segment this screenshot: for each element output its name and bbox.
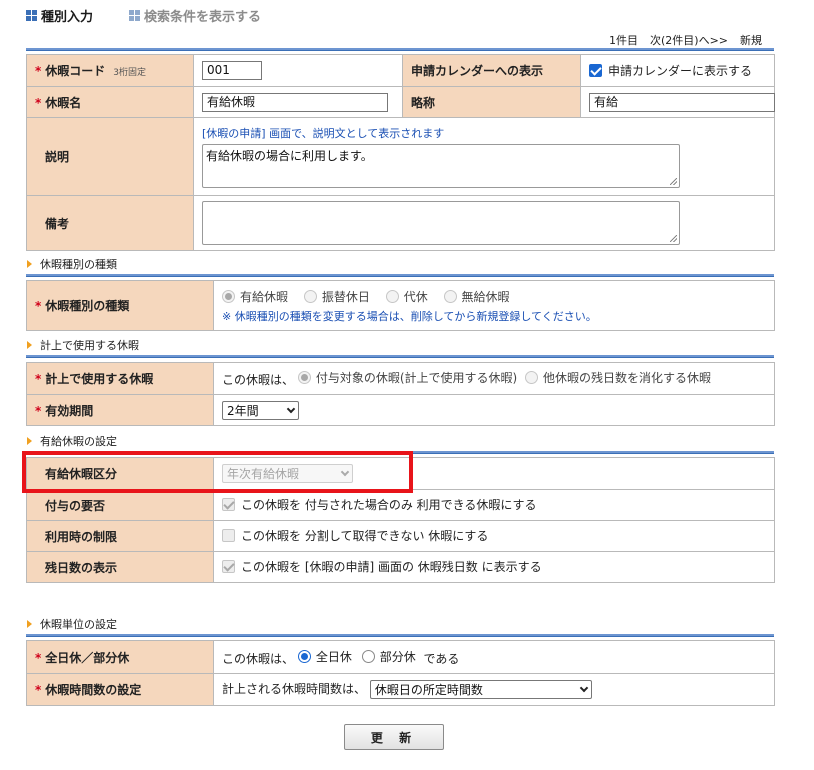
limit-label: 利用時の制限	[26, 520, 214, 552]
code-input[interactable]: 001	[202, 61, 262, 80]
divider	[26, 274, 774, 277]
accounting-table: * 計上で使用する休暇 この休暇は、 付与対象の休暇(計上で使用する休暇) 他休暇…	[26, 362, 775, 426]
chevron-down-icon	[579, 683, 589, 693]
period-label: * 有効期間	[26, 394, 214, 426]
type-label: * 休暇種別の種類	[26, 280, 214, 331]
checkbox-icon	[589, 63, 602, 77]
radio-icon	[297, 649, 311, 663]
tab-type-input[interactable]: 種別入力	[26, 6, 93, 25]
remarks-textarea[interactable]	[202, 201, 680, 245]
radio-icon	[385, 289, 399, 303]
section-accounting: 計上で使用する休暇	[27, 337, 139, 353]
divider	[26, 451, 774, 454]
top-nav: 種別入力 検索条件を表示する	[26, 5, 297, 25]
abbr-label: 略称	[402, 86, 581, 118]
day-unit-suffix: である	[423, 651, 460, 666]
abbr-input[interactable]: 有給	[589, 92, 775, 112]
limit-checkbox[interactable]: この休暇を 分割して取得できない 休暇にする	[222, 527, 488, 544]
tab-show-search[interactable]: 検索条件を表示する	[129, 6, 261, 25]
type-option-unpaid[interactable]: 無給休暇	[443, 288, 510, 305]
type-option-substitute[interactable]: 振替休日	[303, 288, 370, 305]
name-label: * 休暇名	[26, 86, 194, 118]
remain-label: 残日数の表示	[26, 551, 214, 583]
day-option-full[interactable]: 全日休	[297, 648, 352, 665]
divider	[26, 634, 774, 637]
triangle-icon	[27, 437, 32, 445]
checkbox-icon	[222, 498, 235, 511]
record-count: 1件目	[608, 34, 638, 47]
radio-icon	[525, 371, 539, 384]
paid-table: 有給休暇区分 年次有給休暇 付与の要否 この休暇を 付与された場合のみ 利用でき…	[26, 457, 775, 583]
type-option-compensatory[interactable]: 代休	[385, 288, 428, 305]
section-type: 休暇種別の種類	[27, 256, 117, 272]
calendar-label: 申請カレンダーへの表示	[402, 54, 581, 87]
grid-icon	[26, 9, 37, 21]
checkbox-icon	[222, 560, 235, 573]
type-option-paid[interactable]: 有給休暇	[222, 288, 288, 305]
description-hint: [休暇の申請] 画面で、説明文として表示されます	[202, 127, 445, 140]
radio-icon	[222, 289, 235, 303]
radio-icon	[303, 289, 317, 303]
day-unit-prefix: この休暇は、	[222, 651, 295, 666]
basic-info-table: * 休暇コード 3桁固定 001 申請カレンダーへの表示 申請カレンダーに表示する …	[26, 54, 775, 251]
divider	[26, 48, 774, 51]
triangle-icon	[27, 341, 32, 349]
day-option-partial[interactable]: 部分休	[361, 648, 416, 665]
hours-label: * 休暇時間数の設定	[26, 673, 214, 706]
triangle-icon	[27, 260, 32, 268]
radio-icon	[443, 289, 457, 303]
unit-table: * 全日休／部分休 この休暇は、 全日休 部分休 である * 休暇時間数の設定 計上…	[26, 640, 775, 706]
radio-icon	[297, 371, 311, 384]
update-button[interactable]: 更 新	[344, 724, 444, 750]
hours-prefix: 計上される休暇時間数は、	[222, 682, 367, 696]
accounting-label: * 計上で使用する休暇	[26, 362, 214, 395]
paid-category-select[interactable]: 年次有給休暇	[222, 464, 353, 483]
checkbox-icon	[222, 529, 235, 542]
code-label: * 休暇コード 3桁固定	[26, 54, 194, 87]
grid-icon	[129, 9, 141, 21]
tab-show-search-label: 検索条件を表示する	[144, 9, 262, 25]
chevron-down-icon	[286, 404, 296, 413]
section-paid: 有給休暇の設定	[27, 433, 117, 449]
name-input[interactable]: 有給休暇	[202, 92, 388, 112]
description-textarea[interactable]: 有給休暇の場合に利用します。	[202, 144, 680, 188]
period-select[interactable]: 2年間	[222, 400, 299, 420]
chevron-down-icon	[340, 467, 350, 477]
accounting-option-granted[interactable]: 付与対象の休暇(計上で使用する休暇)	[297, 369, 517, 386]
hours-select[interactable]: 休暇日の所定時間数	[369, 680, 592, 699]
type-table: * 休暇種別の種類 有給休暇 振替休日 代休 無給休暇 ※ 休暇種別の種類を変更す…	[26, 280, 775, 331]
section-unit: 休暇単位の設定	[27, 616, 117, 632]
remarks-label: 備考	[26, 195, 194, 251]
pager: 1件目 次(2件目)へ>> 新規	[597, 32, 762, 48]
next-record-link[interactable]: 次(2件目)へ>>	[650, 32, 728, 48]
divider	[26, 355, 774, 358]
grant-checkbox[interactable]: この休暇を 付与された場合のみ 利用できる休暇にする	[222, 496, 537, 513]
accounting-prefix: この休暇は、	[222, 373, 295, 387]
type-note: ※ 休暇種別の種類を変更する場合は、削除してから新規登録してください。	[222, 309, 597, 323]
calendar-checkbox[interactable]: 申請カレンダーに表示する	[589, 62, 752, 79]
description-label: 説明	[26, 117, 194, 196]
radio-icon	[361, 649, 375, 663]
accounting-option-consume[interactable]: 他休暇の残日数を消化する休暇	[525, 369, 711, 386]
grant-label: 付与の要否	[26, 489, 214, 521]
triangle-icon	[27, 620, 32, 628]
new-record-link[interactable]: 新規	[740, 32, 762, 48]
day-unit-label: * 全日休／部分休	[26, 640, 214, 674]
paid-category-label: 有給休暇区分	[26, 457, 214, 490]
tab-type-input-label: 種別入力	[41, 9, 94, 25]
remain-checkbox[interactable]: この休暇を [休暇の申請] 画面の 休暇残日数 に表示する	[222, 558, 542, 575]
